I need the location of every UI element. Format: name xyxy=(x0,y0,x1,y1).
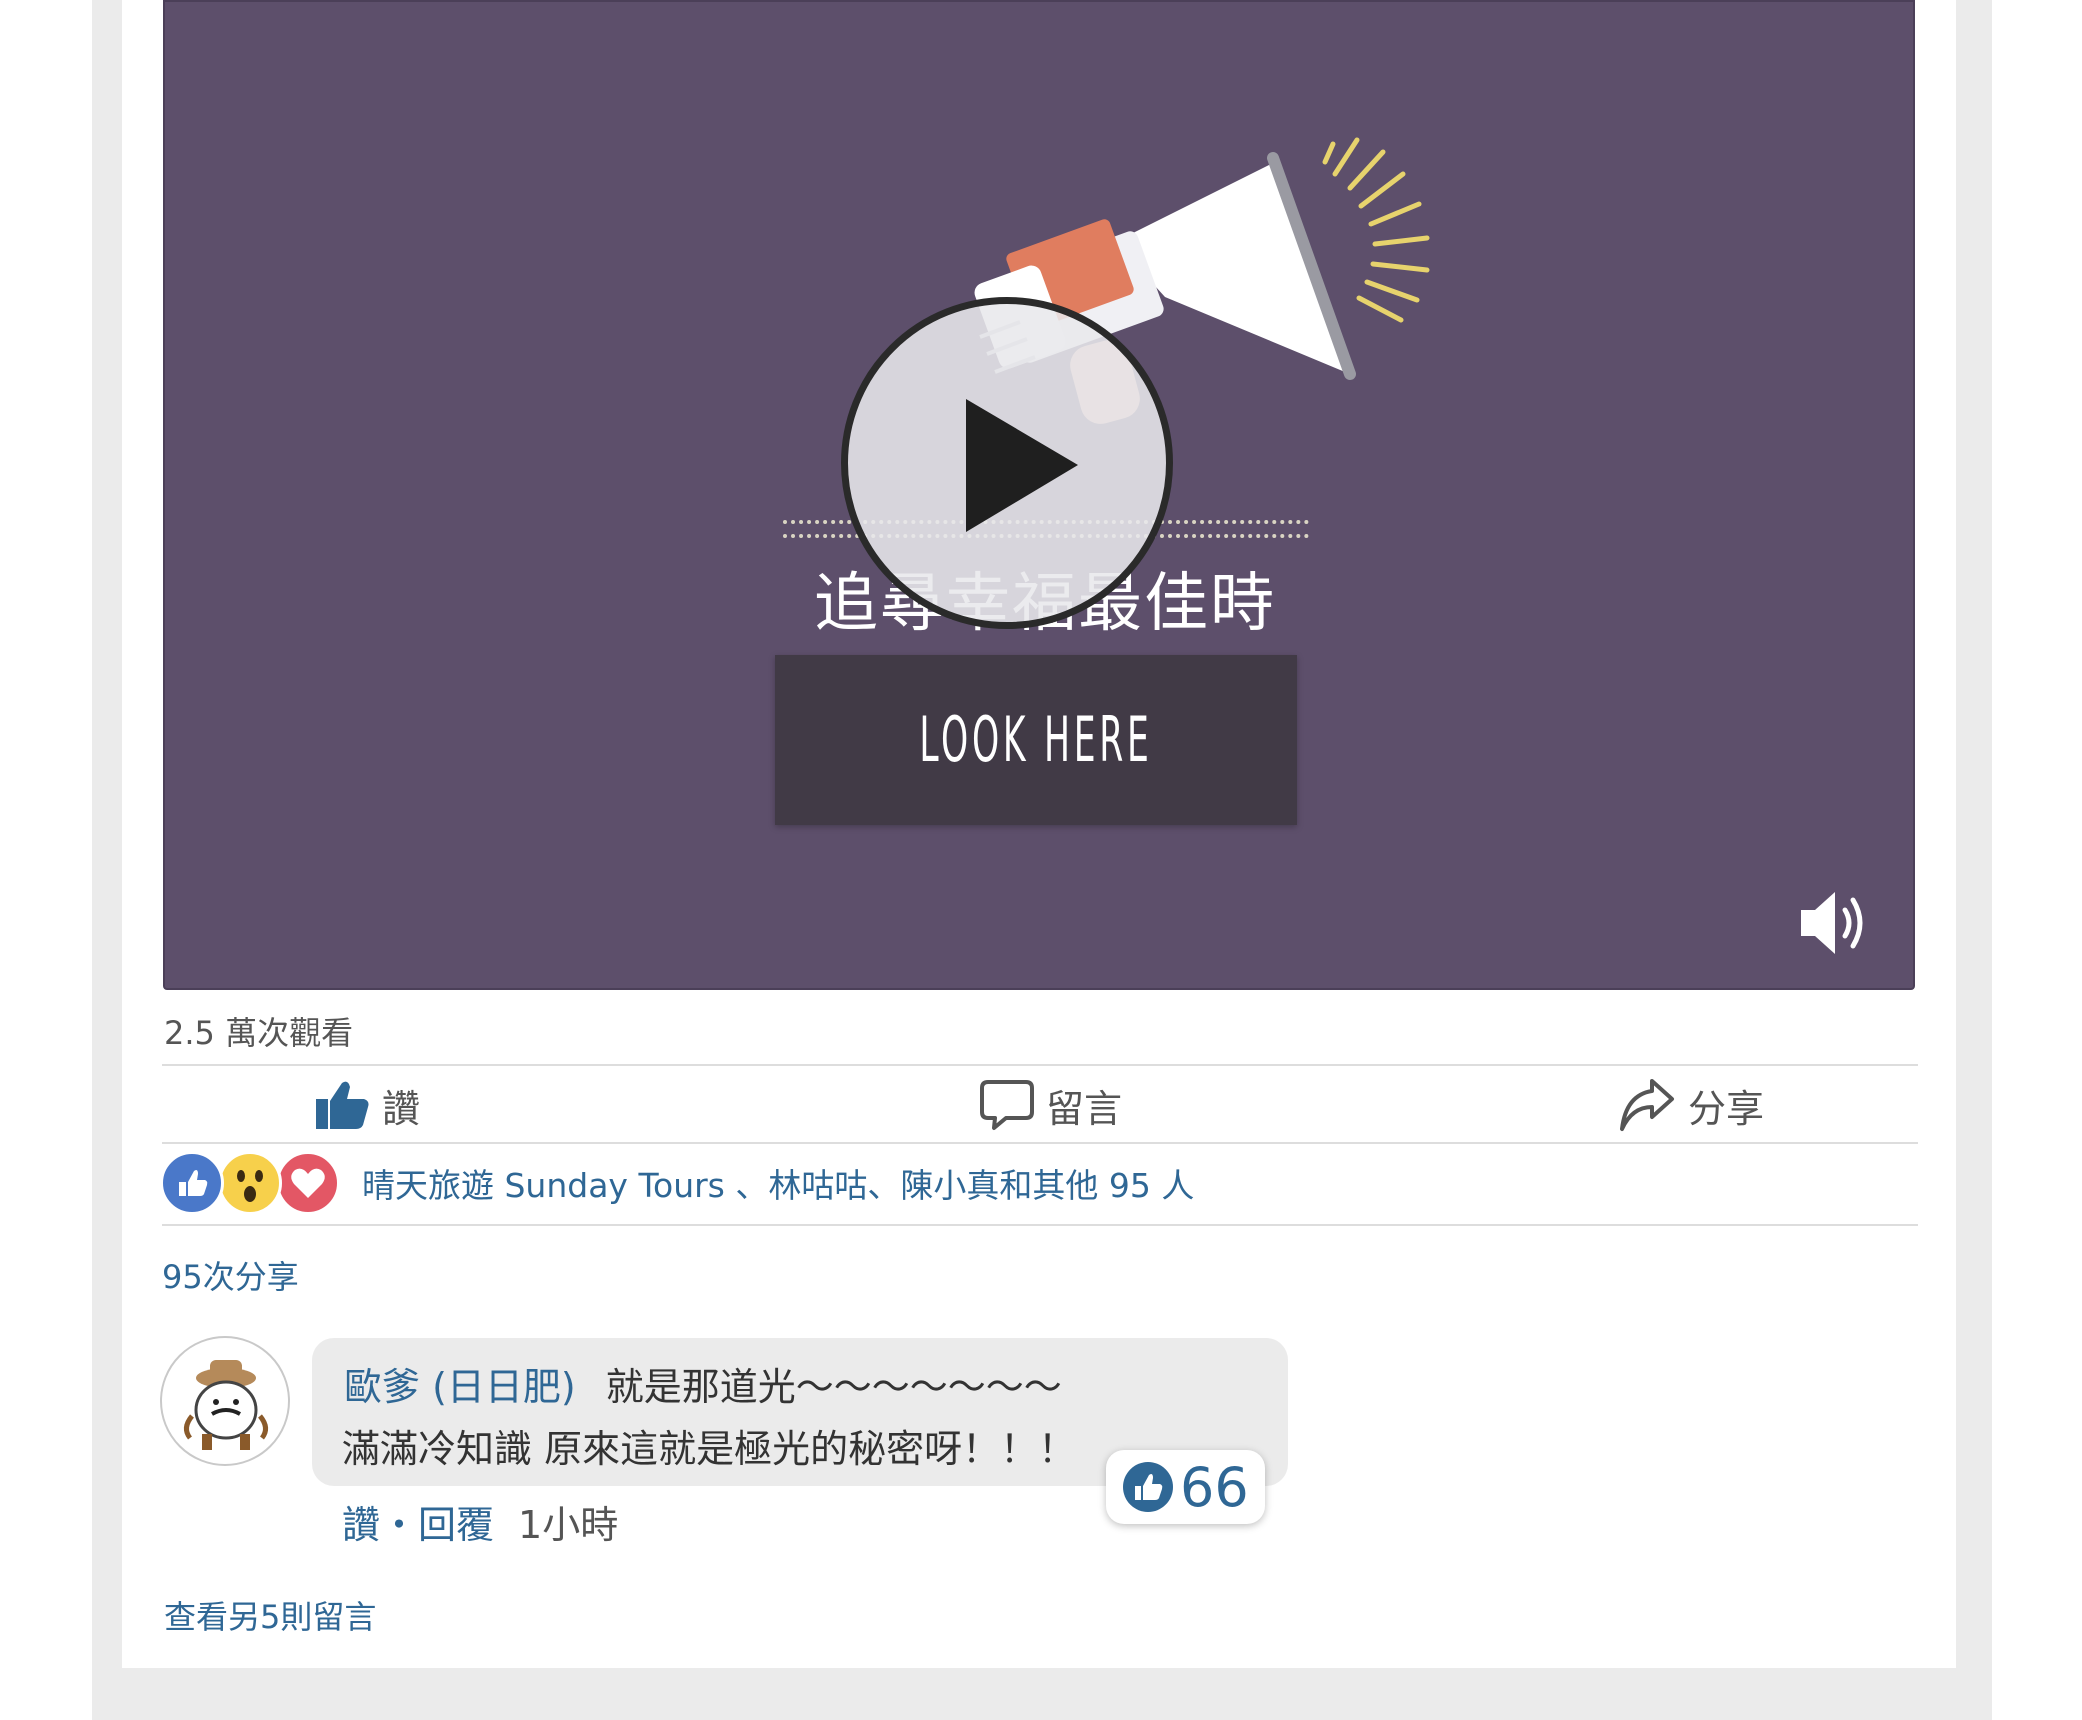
share-count-link[interactable]: 95次分享 xyxy=(162,1252,299,1298)
play-icon xyxy=(966,399,1078,532)
page-background-bottom xyxy=(92,1668,1992,1720)
like-reaction-icon xyxy=(160,1151,224,1215)
comment-button[interactable]: 留言 xyxy=(980,1072,1122,1138)
page-background-right xyxy=(1956,0,1992,1720)
comment-text-line2: 滿滿冷知識 原來這就是極光的秘密呀！！！ xyxy=(342,1427,1077,1471)
reactions-names[interactable]: 晴天旅遊 Sunday Tours 、林咕咕、陳小真和其他 95 人 xyxy=(362,1159,1194,1207)
like-circle-icon xyxy=(1123,1462,1173,1512)
love-reaction-icon xyxy=(276,1151,340,1215)
divider xyxy=(162,1142,1918,1144)
comment-like-number: 66 xyxy=(1180,1455,1249,1519)
comment-first-line: 歐爹 (日日肥) 就是那道光～～～～～～～ xyxy=(344,1356,1062,1411)
comment-icon xyxy=(980,1080,1034,1130)
comment-button-label: 留言 xyxy=(1046,1086,1123,1131)
commenter-avatar[interactable] xyxy=(160,1336,290,1466)
comment-like-link[interactable]: 讚 xyxy=(342,1503,380,1547)
share-button-label: 分享 xyxy=(1688,1086,1765,1131)
video-player[interactable]: 追尋幸福最佳時機？ LOOK HERE xyxy=(163,0,1915,990)
divider xyxy=(162,1064,1918,1066)
comment-author[interactable]: 歐爹 (日日肥) xyxy=(344,1365,576,1409)
share-button[interactable]: 分享 xyxy=(1618,1072,1764,1138)
share-icon xyxy=(1620,1079,1674,1131)
comment-text-line1: 就是那道光～～～～～～～ xyxy=(605,1365,1062,1409)
wow-reaction-icon xyxy=(218,1151,282,1215)
look-here-box: LOOK HERE xyxy=(775,655,1297,825)
comment-timestamp: 1小時 xyxy=(518,1503,619,1547)
thumbs-up-icon xyxy=(316,1081,369,1129)
play-button[interactable] xyxy=(841,297,1173,629)
page-background-left xyxy=(92,0,122,1720)
comment-actions: 讚・回覆 1小時 xyxy=(342,1494,618,1549)
volume-icon[interactable] xyxy=(1795,882,1885,962)
like-button-label: 讚 xyxy=(382,1086,421,1131)
view-more-comments-link[interactable]: 查看另5則留言 xyxy=(164,1592,376,1638)
reactions-summary[interactable]: 晴天旅遊 Sunday Tours 、林咕咕、陳小真和其他 95 人 xyxy=(160,1150,1194,1216)
view-count: 2.5 萬次觀看 xyxy=(164,1014,354,1052)
action-separator: ・ xyxy=(380,1503,419,1547)
look-here-text: LOOK HERE xyxy=(919,703,1153,776)
comment-reply-link[interactable]: 回覆 xyxy=(418,1503,494,1547)
divider xyxy=(162,1224,1918,1226)
like-button[interactable]: 讚 xyxy=(314,1072,420,1138)
comment-like-count[interactable]: 66 xyxy=(1106,1450,1265,1524)
